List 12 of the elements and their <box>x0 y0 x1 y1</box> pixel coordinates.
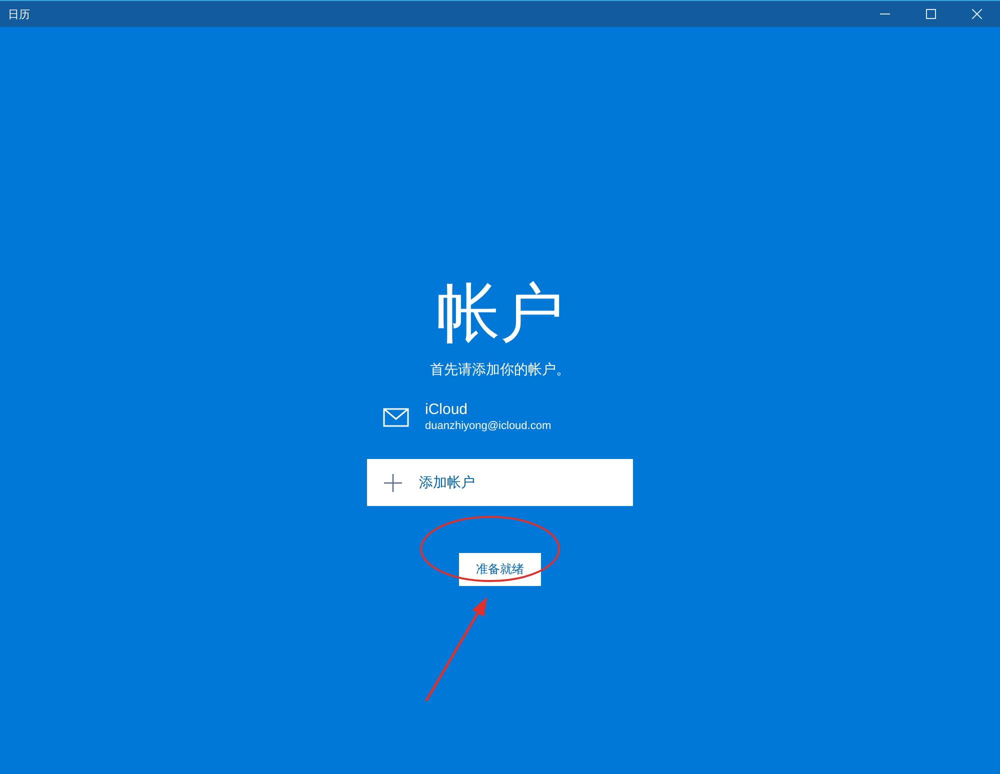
page-subtitle: 首先请添加你的帐户。 <box>430 361 570 379</box>
add-account-button[interactable]: 添加帐户 <box>367 459 633 506</box>
maximize-icon <box>926 9 936 19</box>
minimize-icon <box>880 13 890 15</box>
account-email: duanzhiyong@icloud.com <box>425 419 552 433</box>
ready-button[interactable]: 准备就绪 <box>459 553 541 586</box>
account-name: iCloud <box>425 401 469 419</box>
close-icon <box>972 9 982 19</box>
window-title: 日历 <box>7 8 31 22</box>
page-heading: 帐户 <box>436 276 564 351</box>
mail-icon <box>383 408 409 426</box>
plus-icon <box>383 472 403 492</box>
